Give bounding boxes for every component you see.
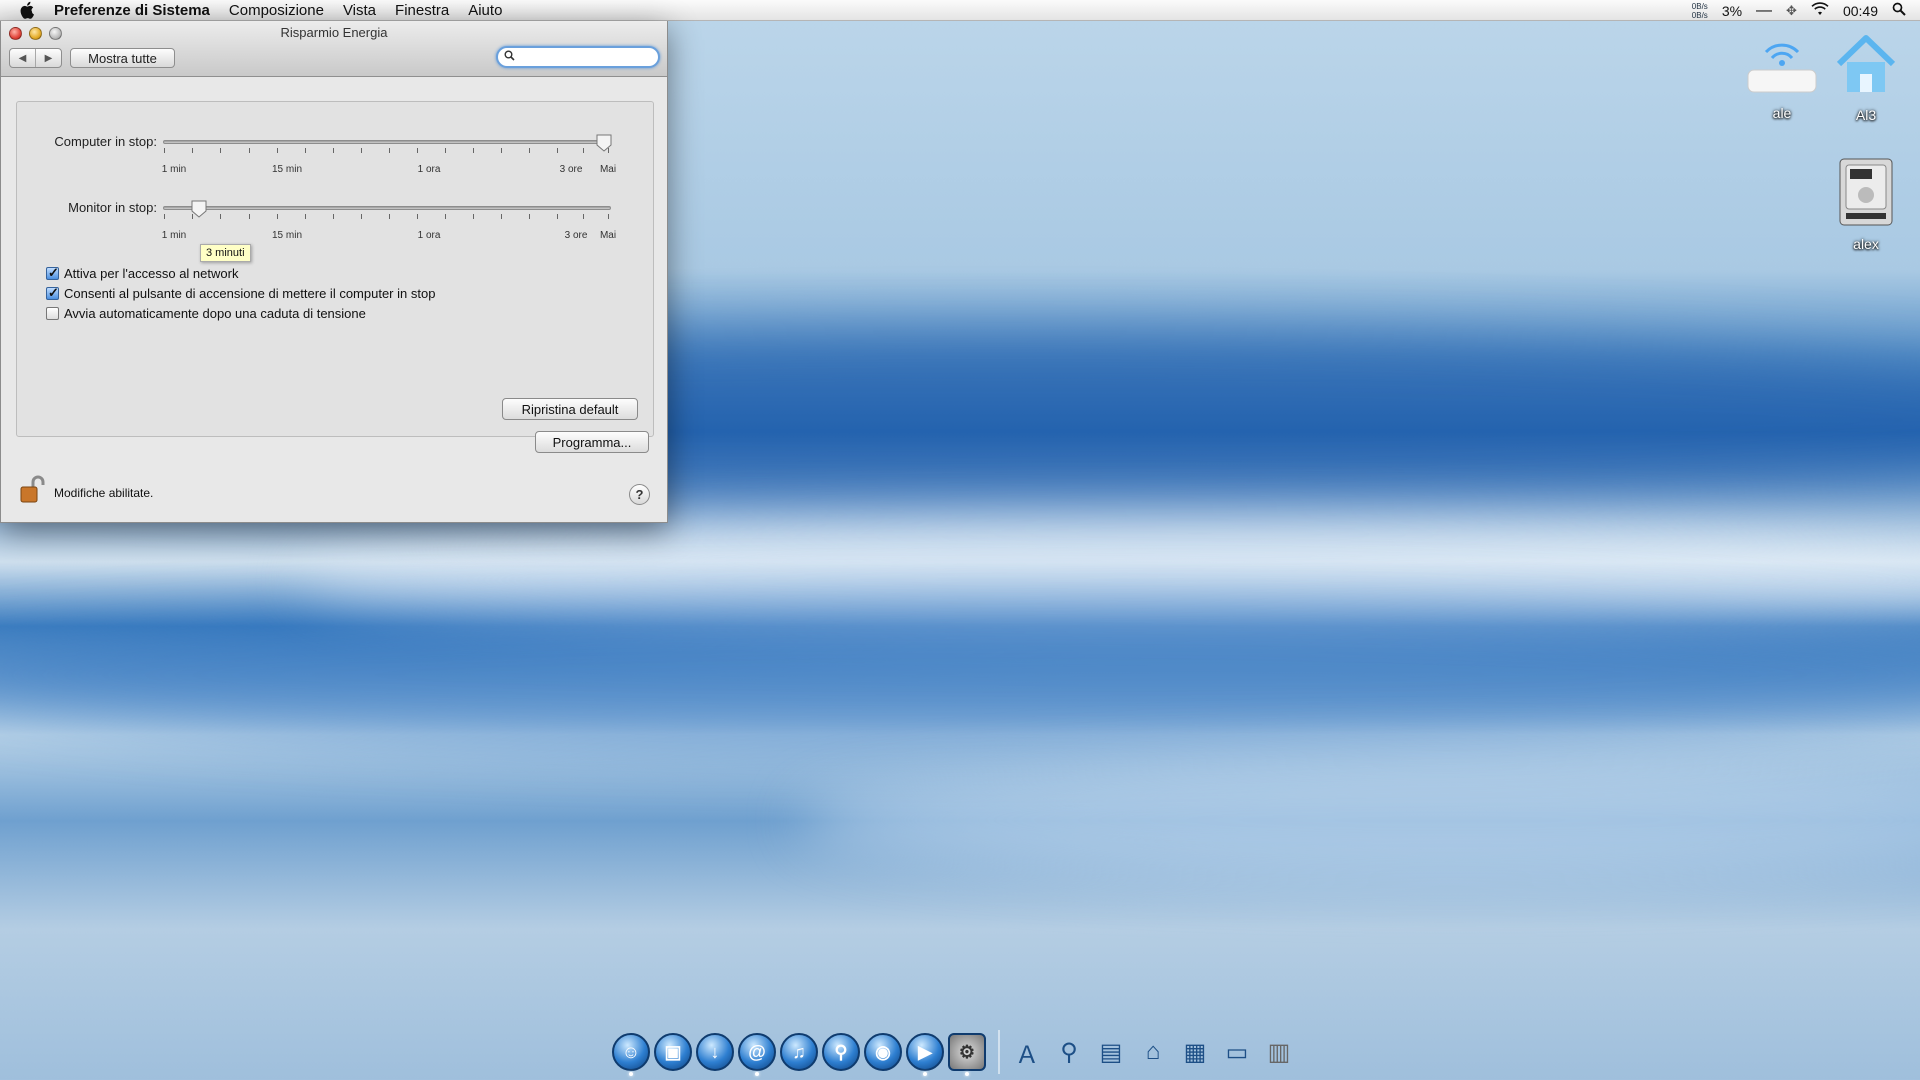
display-sleep-knob[interactable] <box>191 200 207 218</box>
menu-composizione[interactable]: Composizione <box>229 2 324 19</box>
tick-mai: Mai <box>599 230 617 241</box>
hard-drive-icon <box>1821 155 1911 234</box>
spiral-app-icon[interactable]: @ <box>738 1033 776 1076</box>
tick-15min: 15 min <box>271 164 303 175</box>
bluetooth-icon[interactable]: ✥ <box>1786 3 1797 19</box>
option-label: Avvia automaticamente dopo una caduta di… <box>64 306 366 321</box>
slider-tooltip: 3 minuti <box>200 244 251 262</box>
spotlight-icon[interactable]: ⚲ <box>822 1033 860 1071</box>
cpu-usage[interactable]: 3% <box>1722 3 1742 19</box>
finder-icon[interactable]: ☺ <box>612 1033 650 1076</box>
net-down: 0B/s <box>1691 10 1708 20</box>
apple-menu-icon[interactable] <box>18 1 38 19</box>
desktop-icon-label: Al3 <box>1855 107 1877 123</box>
settings-panel: Computer in stop: 1 min 15 min 1 ora 3 o… <box>16 101 654 437</box>
applications-icon[interactable]: Ａ <box>1008 1033 1046 1071</box>
nav-buttons: ◀ ▶ <box>9 48 62 68</box>
computer-sleep-label: Computer in stop: <box>54 134 157 149</box>
search-icon <box>504 48 515 66</box>
menu-aiuto[interactable]: Aiuto <box>468 2 502 19</box>
help-button[interactable]: ? <box>629 484 650 505</box>
home-icon[interactable]: ⌂ <box>1134 1033 1172 1071</box>
menu-app-name[interactable]: Preferenze di Sistema <box>54 2 210 19</box>
computer-sleep-slider[interactable] <box>163 140 611 144</box>
search-field[interactable] <box>496 46 660 68</box>
lock-status-text: Modifiche abilitate. <box>54 486 154 500</box>
checkbox-auto-restart[interactable] <box>46 307 59 320</box>
search-input[interactable] <box>519 50 649 64</box>
window-titlebar[interactable]: Risparmio Energia ◀ ▶ Mostra tutte <box>1 21 667 77</box>
desktop-icon-label: alex <box>1853 236 1879 252</box>
show-all-button[interactable]: Mostra tutte <box>70 48 175 68</box>
menu-bar: Preferenze di Sistema Composizione Vista… <box>0 0 1920 21</box>
facetime-icon[interactable]: ▣ <box>654 1033 692 1071</box>
spotlight-icon[interactable] <box>1892 2 1906 19</box>
option-label: Attiva per l'accesso al network <box>64 266 239 281</box>
display-sleep-slider[interactable] <box>163 206 611 210</box>
itunes-icon[interactable]: ♫ <box>780 1033 818 1071</box>
desktop-icon-label: ale <box>1772 105 1792 121</box>
option-power-button[interactable]: Consenti al pulsante di accensione di me… <box>46 285 436 301</box>
clock[interactable]: 00:49 <box>1843 3 1878 19</box>
desktop-icon-alex[interactable]: alex <box>1821 155 1911 252</box>
airport-base-station-icon <box>1737 30 1827 103</box>
tick-1min: 1 min <box>161 164 187 175</box>
desktop-icon-al3[interactable]: Al3 <box>1821 30 1911 123</box>
back-arrow-icon[interactable]: ◀ <box>10 49 35 67</box>
restore-defaults-button[interactable]: Ripristina default <box>502 398 638 420</box>
menu-finestra[interactable]: Finestra <box>395 2 449 19</box>
tick-mai: Mai <box>599 164 617 175</box>
forward-arrow-icon[interactable]: ▶ <box>35 49 61 67</box>
window-title: Risparmio Energia <box>280 25 388 40</box>
computer-sleep-knob[interactable] <box>596 134 612 152</box>
tick-1ora: 1 ora <box>417 230 441 241</box>
tick-3ore: 3 ore <box>564 230 588 241</box>
dock-separator <box>998 1030 1000 1074</box>
wifi-icon[interactable] <box>1811 2 1829 19</box>
option-network-access[interactable]: Attiva per l'accesso al network <box>46 265 239 281</box>
tick-1min: 1 min <box>161 230 187 241</box>
dash-icon[interactable]: — <box>1756 2 1772 20</box>
network-folder-icon[interactable]: ▦ <box>1176 1033 1214 1071</box>
documents-icon[interactable]: ▤ <box>1092 1033 1130 1071</box>
lock-icon[interactable] <box>19 475 45 505</box>
home-folder-icon <box>1821 30 1911 105</box>
checkbox-power-button[interactable] <box>46 285 59 301</box>
drive-icon[interactable]: ▭ <box>1218 1033 1256 1071</box>
energy-saver-window: Risparmio Energia ◀ ▶ Mostra tutte Compu… <box>0 21 668 523</box>
net-up: 0B/s <box>1691 1 1708 11</box>
option-auto-restart[interactable]: Avvia automaticamente dopo una caduta di… <box>46 306 366 321</box>
downloads-icon[interactable]: ↓ <box>696 1033 734 1071</box>
schedule-button[interactable]: Programma... <box>535 431 649 453</box>
system-preferences-icon[interactable]: ⚙ <box>948 1033 986 1076</box>
checkbox-network-access[interactable] <box>46 265 59 281</box>
eye-app-icon[interactable]: ◉ <box>864 1033 902 1071</box>
menu-vista[interactable]: Vista <box>343 2 376 19</box>
trash-icon[interactable]: ▥ <box>1260 1033 1298 1071</box>
desktop-icon-ale[interactable]: ale <box>1737 30 1827 121</box>
option-label: Consenti al pulsante di accensione di me… <box>64 286 436 301</box>
network-monitor[interactable]: 0B/s 0B/s <box>1692 2 1708 20</box>
search-folder-icon[interactable]: ⚲ <box>1050 1033 1088 1071</box>
tick-15min: 15 min <box>271 230 303 241</box>
dock: ☺ ▣ ↓ @ ♫ ⚲ ◉ ▶ ⚙ Ａ ⚲ ▤ ⌂ ▦ ▭ ▥ <box>612 1027 1312 1077</box>
tick-3ore: 3 ore <box>559 164 583 175</box>
tick-1ora: 1 ora <box>417 164 441 175</box>
quicktime-icon[interactable]: ▶ <box>906 1033 944 1076</box>
display-sleep-label: Monitor in stop: <box>68 200 157 215</box>
